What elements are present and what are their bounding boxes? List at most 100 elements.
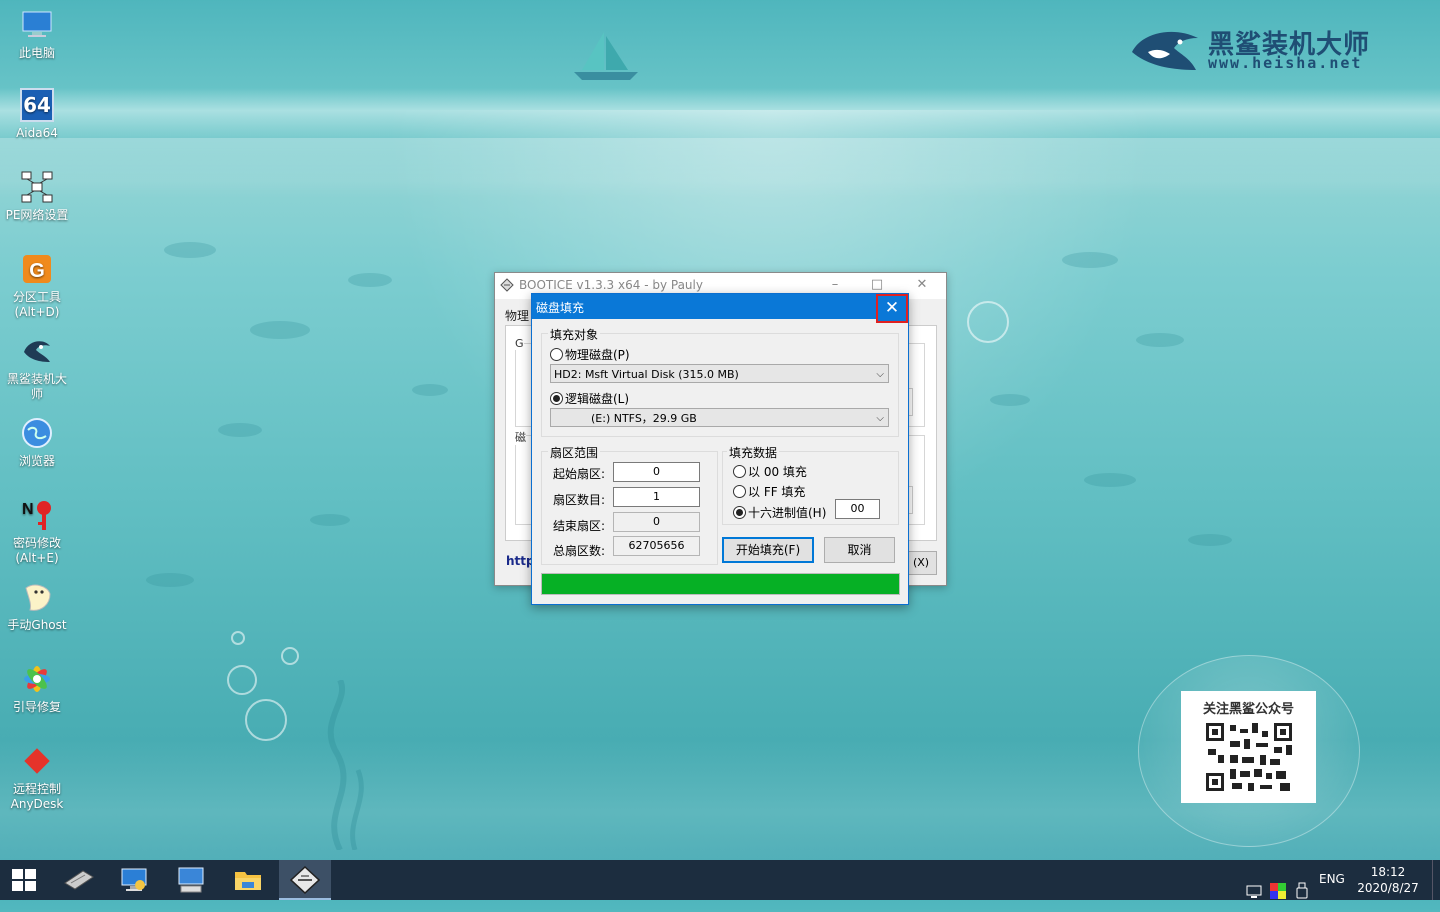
desktop-icon-browser[interactable]: 浏览器 <box>4 416 70 469</box>
boot-repair-icon <box>20 662 54 696</box>
physical-disk-label: 物理磁盘(P) <box>565 348 630 362</box>
svg-text:N: N <box>22 501 34 518</box>
start-sector-label: 起始扇区: <box>553 467 606 481</box>
logical-disk-label: 逻辑磁盘(L) <box>565 392 630 406</box>
desktop-icon-password[interactable]: N 密码修改 (Alt+E) <box>4 498 70 566</box>
physical-disk-value: HD2: Msft Virtual Disk (315.0 MB) <box>554 368 739 381</box>
taskbar-pc[interactable] <box>165 860 217 900</box>
ghost-icon <box>20 580 54 614</box>
exit-button[interactable]: (X) <box>905 551 937 575</box>
desktop-icon-this-pc[interactable]: 此电脑 <box>4 8 70 61</box>
tab-physical[interactable]: 物理 <box>505 307 529 324</box>
hex-value-input[interactable]: 00 <box>835 499 880 519</box>
radio-button-icon <box>733 465 746 478</box>
clock-date: 2020/8/27 <box>1357 881 1419 895</box>
browser-icon <box>20 416 54 450</box>
usb-tray-icon[interactable] <box>1296 871 1308 911</box>
logical-disk-select[interactable]: (E:) NTFS，29.9 GB ⌵ <box>550 408 889 427</box>
windows-start-icon <box>12 869 36 891</box>
fill-hex-label: 十六进制值(H) <box>748 506 827 520</box>
end-sector-field: 0 <box>613 512 700 532</box>
chevron-down-icon: ⌵ <box>876 413 884 424</box>
bootice-icon <box>290 866 320 894</box>
maximize-icon[interactable]: □ <box>867 277 887 292</box>
partition-icon: G <box>20 252 54 286</box>
sector-range-legend: 扇区范围 <box>548 444 601 461</box>
desktop-icon-heisha[interactable]: 黑鲨装机大 师 <box>4 334 70 402</box>
taskbar-network-settings[interactable] <box>108 860 160 900</box>
disk-fill-dialog[interactable]: 磁盘填充 ✕ 填充对象 物理磁盘(P) HD2: Msft Virtual Di… <box>531 293 909 605</box>
total-sectors-label: 总扇区数: <box>553 544 606 558</box>
clock-time: 18:12 <box>1370 865 1406 879</box>
cancel-button[interactable]: 取消 <box>824 537 895 563</box>
minimize-icon[interactable]: – <box>825 277 845 292</box>
dialog-close-button[interactable]: ✕ <box>876 294 908 323</box>
logical-disk-radio[interactable]: 逻辑磁盘(L) <box>550 390 629 407</box>
file-explorer-icon <box>235 872 261 890</box>
desktop-icon-anydesk[interactable]: 远程控制 AnyDesk <box>4 744 70 812</box>
fill-target-legend: 填充对象 <box>548 326 601 343</box>
logo-url: www.heisha.net <box>1208 54 1363 72</box>
svg-text:G: G <box>29 260 45 282</box>
anydesk-icon <box>20 744 54 778</box>
start-fill-button[interactable]: 开始填充(F) <box>722 537 814 563</box>
show-desktop-button[interactable] <box>1432 860 1440 900</box>
group-2-label: 磁 <box>515 429 526 445</box>
logical-disk-value: (E:) NTFS，29.9 GB <box>591 412 697 425</box>
dialog-title: 磁盘填充 <box>536 301 585 315</box>
desktop-icon-partition[interactable]: G 分区工具 (Alt+D) <box>4 252 70 320</box>
start-sector-input[interactable]: 0 <box>613 462 700 482</box>
sailboat-decoration <box>574 32 638 80</box>
sector-count-label: 扇区数目: <box>553 493 606 507</box>
fill-data-legend: 填充数据 <box>727 444 780 461</box>
radio-button-icon <box>550 348 563 361</box>
radio-button-icon <box>550 392 563 405</box>
end-sector-label: 结束扇区: <box>553 519 606 533</box>
network-settings-icon <box>121 868 147 891</box>
qr-code-image <box>1203 721 1294 793</box>
sector-count-input[interactable]: 1 <box>613 487 700 507</box>
bootice-app-icon <box>500 278 514 292</box>
heisha-logo: 黑鲨装机大师 www.heisha.net <box>1128 22 1398 76</box>
close-icon[interactable]: ✕ <box>912 277 932 292</box>
seaweed-decoration <box>327 680 364 850</box>
fill-00-radio[interactable]: 以 00 填充 <box>733 463 807 480</box>
taskbar-drive[interactable] <box>53 860 105 900</box>
desktop-icon-pe-network[interactable]: PE网络设置 <box>4 170 70 223</box>
network-icon <box>20 170 54 204</box>
qr-card: 关注黑鲨公众号 <box>1181 691 1316 803</box>
network-tray-icon[interactable] <box>1246 872 1264 912</box>
dialog-titlebar[interactable]: 磁盘填充 <box>532 294 908 319</box>
chevron-down-icon: ⌵ <box>876 369 884 380</box>
taskbar-clock[interactable]: 18:12 2020/8/27 <box>1354 864 1422 896</box>
pc-icon <box>178 867 204 893</box>
qr-title: 关注黑鲨公众号 <box>1202 702 1294 717</box>
aida64-badge: 64 <box>23 93 51 117</box>
start-button[interactable] <box>0 860 52 900</box>
fill-ff-radio[interactable]: 以 FF 填充 <box>733 483 805 500</box>
fill-progress-bar <box>541 573 900 595</box>
taskbar-file-explorer[interactable] <box>222 860 274 900</box>
shark-logo-icon <box>1132 31 1198 70</box>
fill-ff-label: 以 FF 填充 <box>748 485 806 499</box>
computer-icon <box>20 8 54 42</box>
bootice-title: BOOTICE v1.3.3 x64 - by Pauly <box>519 278 703 292</box>
close-icon: ✕ <box>884 298 900 318</box>
physical-disk-radio[interactable]: 物理磁盘(P) <box>550 346 630 363</box>
physical-disk-select[interactable]: HD2: Msft Virtual Disk (315.0 MB) ⌵ <box>550 364 889 383</box>
total-sectors-field: 62705656 <box>613 536 700 556</box>
desktop-icon-ghost[interactable]: 手动Ghost <box>4 580 70 633</box>
language-indicator[interactable]: ENG <box>1319 872 1345 912</box>
progress-fill <box>542 574 899 594</box>
fill-hex-radio[interactable]: 十六进制值(H) <box>733 504 826 521</box>
desktop-icon-boot-repair[interactable]: 引导修复 <box>4 662 70 715</box>
color-tray-icon[interactable] <box>1270 871 1286 911</box>
group-1-label: G <box>515 337 524 350</box>
radio-button-icon <box>733 485 746 498</box>
taskbar-bootice[interactable] <box>279 860 331 900</box>
radio-button-icon <box>733 506 746 519</box>
aida64-icon: 64 <box>20 88 54 122</box>
drive-icon <box>64 870 94 890</box>
fill-00-label: 以 00 填充 <box>748 465 807 479</box>
desktop-icon-aida64[interactable]: 64 Aida64 <box>4 88 70 141</box>
